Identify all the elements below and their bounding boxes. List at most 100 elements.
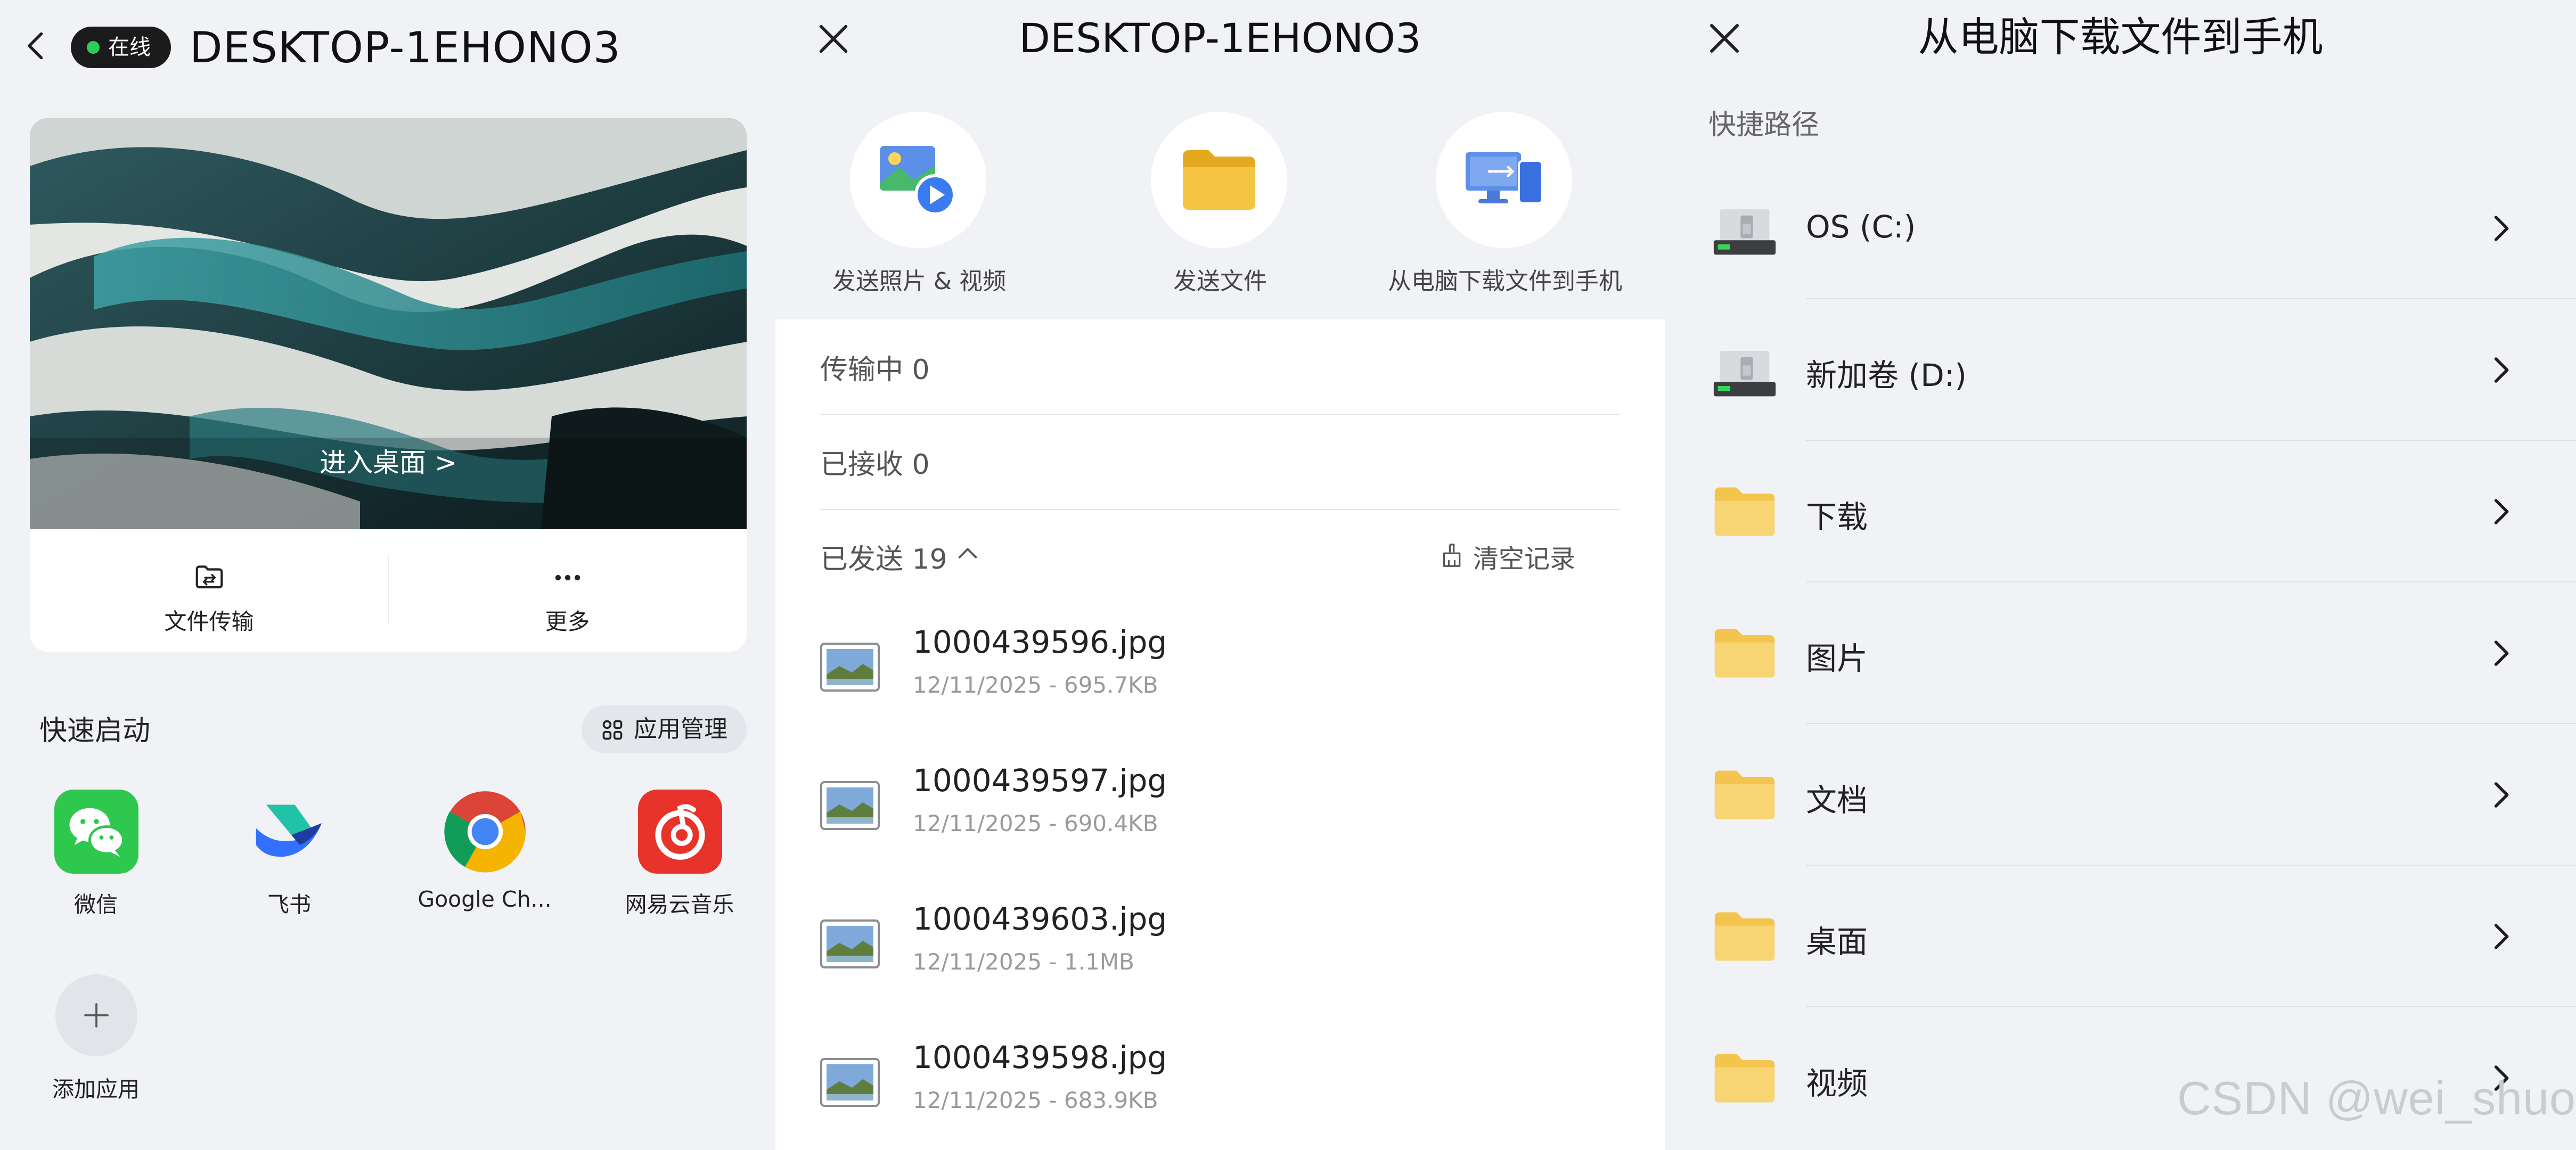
folder-icon	[1712, 620, 1778, 686]
file-item[interactable]: 1000439597.jpg 12/11/2025 - 690.4KB	[820, 741, 1620, 880]
app-manage-button[interactable]: 应用管理	[582, 705, 747, 753]
device-header: 在线 DESKTOP-1EHONO3	[0, 0, 775, 96]
send-files-button[interactable]: 发送文件	[1076, 112, 1364, 298]
add-app-button[interactable]: 添加应用	[0, 969, 192, 1107]
download-to-phone-label: 从电脑下载文件到手机	[1388, 268, 1622, 295]
clear-records-button[interactable]: 清空记录	[1440, 538, 1575, 575]
app-wechat[interactable]: 微信	[0, 785, 192, 924]
chevron-right-icon	[2486, 637, 2516, 670]
chevron-right-icon	[2486, 354, 2516, 387]
watermark: CSDN @wei_shuo	[2177, 1072, 2576, 1124]
app-label: Google Ch...	[418, 886, 552, 912]
chevron-up-icon[interactable]	[955, 541, 980, 565]
transfer-panel: DESKTOP-1EHONO3 发送照片 & 视频 发送文件 从电脑下载文件到手…	[775, 0, 1665, 1150]
transferring-row[interactable]: 传输中 0	[820, 319, 1620, 413]
image-file-icon	[820, 781, 880, 831]
path-item-pictures[interactable]: 图片	[1665, 582, 2576, 724]
device-name: DESKTOP-1EHONO3	[190, 23, 621, 72]
download-panel: 从电脑下载文件到手机 快捷路径 OS (C:) 新加卷 (D:) 下载 图片 文…	[1665, 0, 2576, 1150]
transfer-title: DESKTOP-1EHONO3	[1019, 14, 1421, 62]
app-label: 飞书	[267, 892, 311, 917]
quick-launch-title: 快速启动	[39, 715, 151, 747]
path-item-drive-c[interactable]: OS (C:)	[1665, 158, 2576, 299]
file-meta: 12/11/2025 - 690.4KB	[913, 810, 1158, 836]
file-meta: 12/11/2025 - 683.9KB	[913, 1087, 1158, 1113]
app-manage-label: 应用管理	[634, 716, 727, 743]
quick-path-section-title: 快捷路径	[1708, 109, 1820, 141]
send-photos-circle	[850, 112, 986, 248]
send-photos-button[interactable]: 发送照片 & 视频	[775, 112, 1063, 298]
file-transfer-button[interactable]: 文件传输	[30, 529, 388, 652]
path-item-desktop[interactable]: 桌面	[1665, 866, 2576, 1007]
app-label: 微信	[74, 892, 118, 917]
folder-transfer-icon	[195, 565, 223, 589]
path-label: OS (C:)	[1806, 209, 1916, 245]
received-row[interactable]: 已接收 0	[820, 414, 1620, 508]
path-label: 下载	[1806, 499, 1868, 535]
more-button[interactable]: 更多	[388, 529, 747, 652]
send-files-label: 发送文件	[1173, 268, 1267, 295]
drive-icon	[1712, 336, 1778, 402]
send-files-circle	[1151, 112, 1287, 248]
enter-desktop-link[interactable]: 进入桌面 >	[30, 444, 747, 481]
folder-icon	[1712, 1045, 1778, 1111]
app-grid-icon	[602, 720, 623, 740]
file-name: 1000439603.jpg	[913, 901, 1167, 937]
netease-music-icon	[638, 790, 722, 874]
chrome-icon	[444, 791, 526, 873]
pc-to-phone-icon	[1466, 152, 1543, 204]
add-app-circle	[55, 974, 137, 1056]
online-dot-icon	[87, 41, 100, 54]
folder-icon	[1712, 478, 1778, 544]
path-item-documents[interactable]: 文档	[1665, 724, 2576, 866]
device-panel: 在线 DESKTOP-1EHONO3 进入桌面 > 文件传输 更多 快速启动 应…	[0, 0, 775, 1150]
sent-label: 已发送 19	[820, 544, 947, 576]
path-item-downloads[interactable]: 下载	[1665, 441, 2576, 582]
file-meta: 12/11/2025 - 695.7KB	[913, 672, 1158, 698]
folder-icon	[1183, 150, 1255, 210]
file-item[interactable]: 1000439596.jpg 12/11/2025 - 695.7KB	[820, 603, 1620, 741]
status-badge-label: 在线	[108, 35, 151, 60]
clear-records-label: 清空记录	[1473, 544, 1575, 574]
path-label: 新加卷 (D:)	[1806, 357, 1967, 393]
card-actions: 文件传输 更多	[30, 529, 747, 652]
file-name: 1000439596.jpg	[913, 624, 1167, 660]
download-to-phone-button[interactable]: 从电脑下载文件到手机	[1361, 112, 1649, 298]
file-name: 1000439597.jpg	[913, 762, 1167, 799]
wechat-icon	[54, 790, 138, 874]
chevron-right-icon	[2486, 778, 2516, 811]
image-file-icon	[820, 642, 880, 692]
drive-icon	[1712, 195, 1778, 261]
add-app-label: 添加应用	[52, 1077, 140, 1102]
app-netease-music[interactable]: 网易云音乐	[584, 785, 775, 924]
file-item[interactable]: 1000439598.jpg 12/11/2025 - 683.9KB	[820, 1018, 1620, 1150]
status-badge: 在线	[71, 27, 171, 68]
image-file-icon	[820, 1057, 880, 1107]
path-label: 桌面	[1806, 924, 1868, 960]
app-label: 网易云音乐	[625, 892, 734, 917]
chevron-right-icon	[2486, 212, 2516, 245]
back-icon[interactable]	[21, 30, 53, 62]
plus-icon	[84, 1003, 109, 1028]
transferring-label: 传输中 0	[820, 354, 930, 386]
image-file-icon	[820, 919, 880, 969]
desktop-card: 进入桌面 > 文件传输 更多	[30, 118, 747, 652]
more-label: 更多	[545, 609, 590, 635]
path-item-drive-d[interactable]: 新加卷 (D:)	[1665, 299, 2576, 441]
file-transfer-label: 文件传输	[164, 609, 254, 635]
feishu-icon	[256, 804, 322, 857]
received-label: 已接收 0	[820, 449, 930, 481]
path-label: 图片	[1806, 640, 1868, 677]
app-feishu[interactable]: 飞书	[193, 785, 385, 924]
sent-row[interactable]: 已发送 19 清空记录	[820, 509, 1620, 603]
chevron-right-icon	[2486, 495, 2516, 528]
file-item[interactable]: 1000439603.jpg 12/11/2025 - 1.1MB	[820, 880, 1620, 1018]
more-icon	[555, 574, 580, 581]
app-chrome[interactable]: Google Ch...	[389, 785, 580, 924]
photo-video-icon	[880, 146, 956, 216]
path-label: 文档	[1806, 782, 1868, 818]
send-photos-label: 发送照片 & 视频	[832, 268, 1007, 295]
file-name: 1000439598.jpg	[913, 1039, 1167, 1075]
transfer-list: 传输中 0 已接收 0 已发送 19 清空记录 1000439596.jpg 1…	[775, 319, 1665, 1150]
path-label: 视频	[1806, 1065, 1868, 1102]
